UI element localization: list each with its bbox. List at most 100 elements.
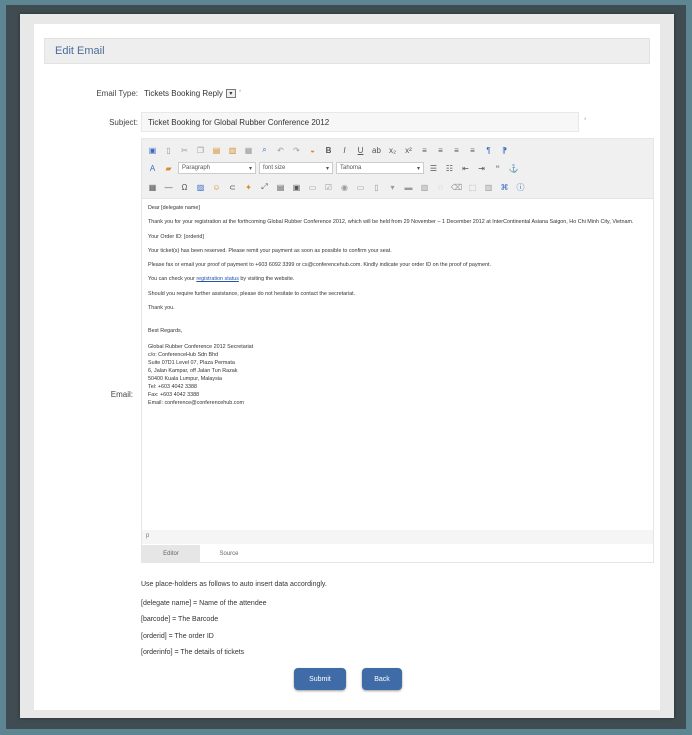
align-left-icon[interactable]: ≡ [418, 144, 431, 156]
font-family-select-value: Tahoma [340, 165, 362, 171]
signature-line: 6, Jalan Kampar, off Jalan Tun Razak [148, 368, 238, 374]
align-justify-icon[interactable]: ≡ [466, 144, 479, 156]
editor-toolbar: ▣ ▯ ✂ ❐ ▤ ▥ ▦ ⌕ ↶ ↷ ◒ B I U ab x₂ x² ≡ ≡… [142, 139, 653, 199]
email-label: Email: [110, 390, 133, 399]
outdent-icon[interactable]: ⇤ [459, 162, 472, 174]
strikethrough-icon[interactable]: ab [370, 144, 383, 156]
closing: Best Regards, [148, 328, 183, 335]
rtl-icon[interactable]: ⁋ [498, 144, 511, 156]
show-blocks-icon[interactable]: ▤ [274, 181, 287, 193]
signature-line: Suite 07D1 Level 07, Plaza Permata [148, 359, 235, 366]
tab-editor[interactable]: Editor [142, 545, 200, 563]
align-right-icon[interactable]: ≡ [450, 144, 463, 156]
registration-status-link[interactable]: registration status [196, 276, 239, 282]
signature: Global Rubber Conference 2012 Secretaria… [148, 343, 646, 408]
greeting: Dear [delegate name] [148, 205, 200, 211]
subject-value: Ticket Booking for Global Rubber Confere… [148, 118, 330, 127]
radio-icon[interactable]: ◉ [338, 181, 351, 193]
signature-line: Fax: +603 4042 3388 [148, 392, 200, 399]
find-icon[interactable]: ⌕ [258, 144, 271, 156]
align-center-icon[interactable]: ≡ [434, 144, 447, 156]
signature-line: c/o: ConferenceHub Sdn Bhd [148, 351, 219, 358]
font-size-select-value: font size [263, 165, 286, 171]
format-select-value: Paragraph [182, 165, 211, 171]
chevron-down-icon: ▾ [325, 165, 329, 172]
select-field-icon[interactable]: ▾ [386, 181, 399, 193]
signature-line: 50400 Kuala Lumpur, Malaysia [148, 376, 223, 383]
body-paragraph: Please fax or email your proof of paymen… [148, 262, 492, 269]
tab-source[interactable]: Source [200, 545, 258, 563]
para5-post: by visiting the website. [238, 276, 295, 283]
table-icon[interactable]: ▦ [146, 181, 159, 193]
format-select[interactable]: Paragraph ▾ [178, 162, 256, 174]
help-intro: Use place-holders as follows to auto ins… [141, 581, 327, 588]
hidden-field-icon[interactable]: ◌ [434, 181, 447, 193]
spellcheck-icon[interactable]: ◒ [306, 144, 319, 156]
new-page-icon[interactable]: ▯ [162, 144, 175, 156]
maximize-icon[interactable]: ⤢ [258, 181, 271, 193]
flash-icon[interactable]: ✦ [242, 181, 255, 193]
help-item: [orderinfo] = The details of tickets [141, 649, 245, 656]
toolbar-row-1: ▣ ▯ ✂ ❐ ▤ ▥ ▦ ⌕ ↶ ↷ ◒ B I U ab x₂ x² ≡ ≡… [146, 142, 511, 158]
image-icon[interactable]: ▨ [194, 181, 207, 193]
superscript-icon[interactable]: x² [402, 144, 415, 156]
toolbar-row-2: A ▰ Paragraph ▾ font size ▾ Tahoma ▾ ☰ ☷ ⇤ … [146, 160, 520, 176]
paste-word-icon[interactable]: ▦ [242, 144, 255, 156]
element-path[interactable]: p [146, 533, 149, 539]
bold-icon[interactable]: B [322, 144, 335, 156]
chevron-down-icon[interactable]: ▾ [225, 88, 236, 98]
textfield-icon[interactable]: ▭ [354, 181, 367, 193]
email-type-label: Email Type: [96, 89, 138, 98]
body-paragraph: Thank you. [148, 305, 175, 312]
email-type-select[interactable]: Tickets Booking Reply ▾ * [144, 86, 241, 100]
bg-color-icon[interactable]: ▰ [162, 162, 175, 174]
signature-line: Global Rubber Conference 2012 Secretaria… [148, 343, 254, 350]
rich-text-editor[interactable]: ▣ ▯ ✂ ❐ ▤ ▥ ▦ ⌕ ↶ ↷ ◒ B I U ab x₂ x² ≡ ≡… [141, 138, 654, 563]
about-icon[interactable]: ⓘ [514, 181, 527, 193]
toolbar-row-3: ▦ ― Ω ▨ ☺ ⊂ ✦ ⤢ ▤ ▣ ▭ ☑ ◉ ▭ ▯ ▾ ▬ ▧ ◌ ⌫ … [146, 179, 527, 195]
redo-icon[interactable]: ↷ [290, 144, 303, 156]
submit-button[interactable]: Submit [294, 668, 346, 690]
numbered-list-icon[interactable]: ☷ [443, 162, 456, 174]
signature-line: Tel: +603 4042 3388 [148, 384, 198, 391]
horizontal-rule-icon[interactable]: ― [162, 181, 175, 193]
form-icon[interactable]: ▭ [306, 181, 319, 193]
indent-icon[interactable]: ⇥ [475, 162, 488, 174]
help-item: [orderid] = The order ID [141, 632, 214, 640]
subscript-icon[interactable]: x₂ [386, 144, 399, 156]
source-icon[interactable]: ⌘ [498, 181, 511, 193]
anchor-icon[interactable]: ⚓ [507, 162, 520, 174]
font-family-select[interactable]: Tahoma ▾ [336, 162, 424, 174]
required-asterisk-icon: * [238, 90, 242, 96]
special-char-icon[interactable]: Ω [178, 181, 191, 193]
text-color-icon[interactable]: A [146, 162, 159, 174]
undo-icon[interactable]: ↶ [274, 144, 287, 156]
underline-icon[interactable]: U [354, 144, 367, 156]
preview-icon[interactable]: ▣ [290, 181, 303, 193]
ltr-icon[interactable]: ¶ [482, 144, 495, 156]
italic-icon[interactable]: I [338, 144, 351, 156]
link-icon[interactable]: ⊂ [226, 181, 239, 193]
button-field-icon[interactable]: ▬ [402, 181, 415, 193]
back-button[interactable]: Back [362, 668, 402, 690]
textarea-icon[interactable]: ▯ [370, 181, 383, 193]
template-icon[interactable]: ▥ [482, 181, 495, 193]
paste-icon[interactable]: ▤ [210, 144, 223, 156]
signature-line: Email: conference@conferencehub.com [148, 400, 244, 407]
body-paragraph: You can check your registration status b… [148, 276, 646, 283]
editor-mode-tabs: Editor Source [142, 545, 653, 563]
remove-format-icon[interactable]: ⌫ [450, 181, 463, 193]
email-body[interactable]: Dear [delegate name] Thank you for your … [148, 205, 646, 408]
blockquote-icon[interactable]: ❝ [491, 162, 504, 174]
checkbox-icon[interactable]: ☑ [322, 181, 335, 193]
copy-icon[interactable]: ❐ [194, 144, 207, 156]
bullet-list-icon[interactable]: ☰ [427, 162, 440, 174]
paste-text-icon[interactable]: ▥ [226, 144, 239, 156]
font-size-select[interactable]: font size ▾ [259, 162, 333, 174]
smiley-icon[interactable]: ☺ [210, 181, 223, 193]
subject-input[interactable]: Ticket Booking for Global Rubber Confere… [141, 112, 579, 132]
select-all-icon[interactable]: ⬚ [466, 181, 479, 193]
image-button-icon[interactable]: ▧ [418, 181, 431, 193]
save-icon[interactable]: ▣ [146, 144, 159, 156]
cut-icon[interactable]: ✂ [178, 144, 191, 156]
